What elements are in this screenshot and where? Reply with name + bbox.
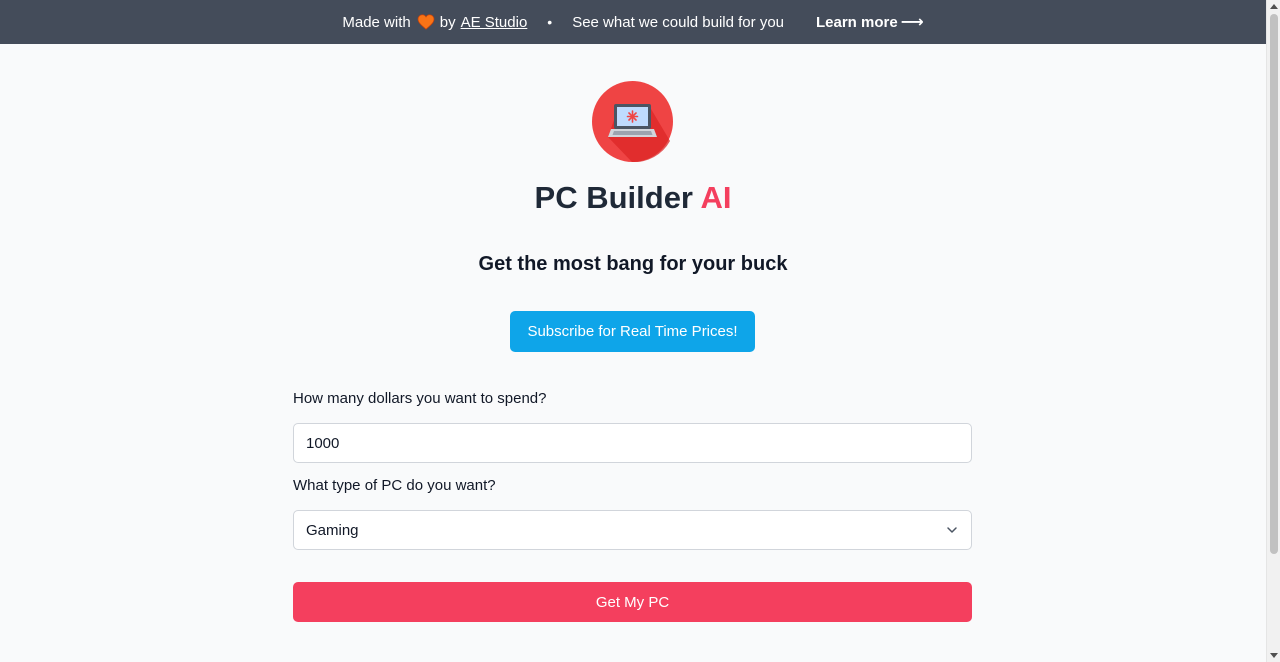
arrow-right-icon: ⟶	[900, 14, 924, 31]
page: Made with by AE Studio • See what we cou…	[0, 0, 1280, 662]
heart-icon	[417, 14, 435, 30]
title-accent: AI	[700, 180, 732, 215]
learn-more-link[interactable]: Learn more ⟶	[816, 12, 924, 32]
made-with-label: Made with	[342, 13, 411, 31]
scroll-down-icon[interactable]	[1270, 653, 1278, 658]
scrollbar[interactable]	[1266, 0, 1280, 662]
scroll-up-icon[interactable]	[1270, 4, 1278, 9]
made-with-text: Made with by AE Studio	[342, 14, 527, 31]
chevron-down-icon	[947, 527, 957, 533]
get-my-pc-button[interactable]: Get My PC	[293, 582, 972, 622]
page-title: PC Builder AI	[0, 180, 1266, 216]
laptop-icon	[592, 81, 673, 163]
top-banner: Made with by AE Studio • See what we cou…	[0, 0, 1266, 44]
budget-input[interactable]	[293, 423, 972, 463]
pc-type-selected-value: Gaming	[306, 521, 359, 539]
subscribe-button[interactable]: Subscribe for Real Time Prices!	[510, 311, 755, 352]
separator-dot: •	[547, 14, 553, 30]
tagline: Get the most bang for your buck	[478, 253, 788, 275]
learn-more-label: Learn more	[816, 13, 898, 31]
pc-type-label: What type of PC do you want?	[293, 477, 496, 494]
pitch-text: See what we could build for you	[572, 13, 784, 31]
ae-studio-link[interactable]: AE Studio	[461, 14, 528, 31]
budget-label: How many dollars you want to spend?	[293, 390, 547, 407]
scrollbar-thumb[interactable]	[1270, 14, 1278, 554]
title-main: PC Builder	[534, 180, 693, 215]
pc-type-select[interactable]: Gaming	[293, 510, 972, 550]
by-label: by	[439, 13, 456, 31]
